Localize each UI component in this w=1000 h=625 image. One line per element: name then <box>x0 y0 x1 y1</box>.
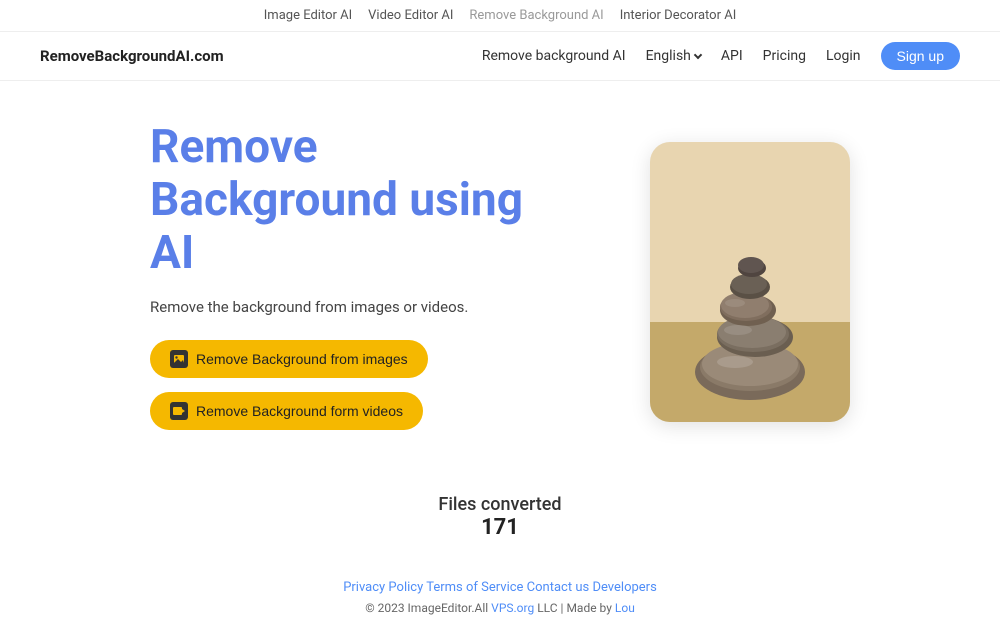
nav-link-pricing[interactable]: Pricing <box>763 48 806 64</box>
nav-language-selector[interactable]: English <box>646 48 701 64</box>
nav-logo: RemoveBackgroundAI.com <box>40 47 224 65</box>
remove-bg-images-button[interactable]: Remove Background from images <box>150 340 428 378</box>
nav-link-remove-bg[interactable]: Remove background AI <box>482 48 626 64</box>
image-icon <box>170 350 188 368</box>
topbar-link-video-editor[interactable]: Video Editor AI <box>368 8 453 23</box>
hero-text: Remove Background using AI Remove the ba… <box>150 121 570 444</box>
nav-signup-button[interactable]: Sign up <box>881 42 960 70</box>
footer-link-developers[interactable]: Developers <box>592 580 656 595</box>
remove-bg-images-label: Remove Background from images <box>196 351 408 367</box>
footer-vps-link[interactable]: VPS.org <box>491 601 534 615</box>
topbar-link-remove-bg[interactable]: Remove Background AI <box>469 8 603 23</box>
stats-label: Files converted <box>0 494 1000 515</box>
chevron-down-icon <box>694 51 702 59</box>
hero-subtitle: Remove the background from images or vid… <box>150 298 570 316</box>
hero-title: Remove Background using AI <box>150 121 570 280</box>
video-icon <box>170 402 188 420</box>
remove-bg-videos-label: Remove Background form videos <box>196 403 403 419</box>
footer-link-privacy[interactable]: Privacy Policy <box>343 580 423 595</box>
navbar: RemoveBackgroundAI.com Remove background… <box>0 32 1000 81</box>
nav-links: Remove background AI English API Pricing… <box>482 42 960 70</box>
nav-login-button[interactable]: Login <box>826 48 861 64</box>
remove-bg-videos-button[interactable]: Remove Background form videos <box>150 392 423 430</box>
footer-link-terms[interactable]: Terms of Service <box>426 580 523 595</box>
nav-link-api[interactable]: API <box>721 48 743 64</box>
hero-image <box>650 142 850 422</box>
footer-link-contact[interactable]: Contact us <box>527 580 590 595</box>
top-bar: Image Editor AI Video Editor AI Remove B… <box>0 0 1000 32</box>
footer-links: Privacy Policy Terms of Service Contact … <box>0 570 1000 601</box>
footer-copyright: © 2023 ImageEditor.All VPS.org LLC | Mad… <box>0 601 1000 625</box>
topbar-link-image-editor[interactable]: Image Editor AI <box>264 8 352 23</box>
footer-author-link[interactable]: Lou <box>615 601 635 615</box>
stats-number: 171 <box>0 515 1000 540</box>
stats-section: Files converted 171 <box>0 474 1000 570</box>
topbar-link-interior[interactable]: Interior Decorator AI <box>620 8 737 23</box>
hero-section: Remove Background using AI Remove the ba… <box>0 81 1000 474</box>
